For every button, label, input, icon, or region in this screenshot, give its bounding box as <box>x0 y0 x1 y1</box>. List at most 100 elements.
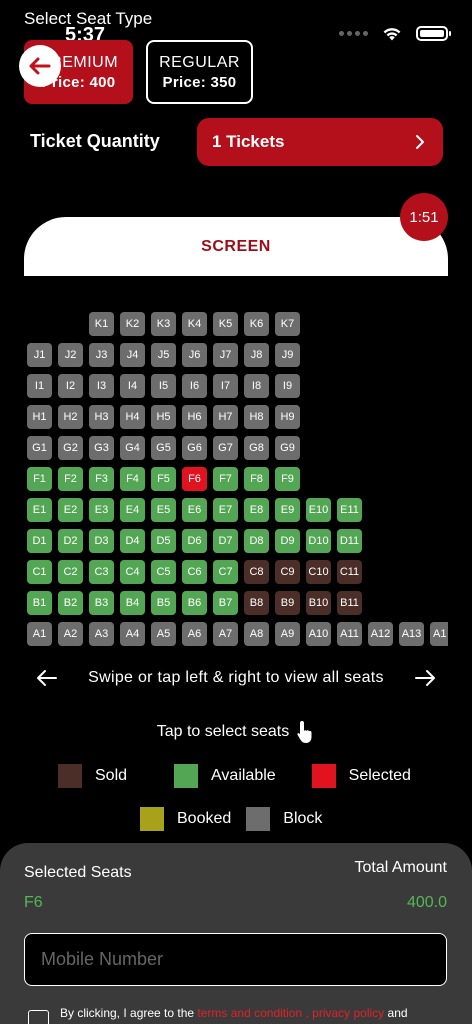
seat-F8[interactable]: F8 <box>244 467 269 491</box>
seat-G9[interactable]: G9 <box>275 436 300 460</box>
seat-D3[interactable]: D3 <box>89 529 114 553</box>
seat-K7[interactable]: K7 <box>275 312 300 336</box>
seat-E11[interactable]: E11 <box>337 498 362 522</box>
seat-D7[interactable]: D7 <box>213 529 238 553</box>
seat-D11[interactable]: D11 <box>337 529 362 553</box>
arrow-right-icon[interactable] <box>414 669 436 687</box>
seat-B8[interactable]: B8 <box>244 591 269 615</box>
seat-B7[interactable]: B7 <box>213 591 238 615</box>
seat-C6[interactable]: C6 <box>182 560 207 584</box>
seat-J7[interactable]: J7 <box>213 343 238 367</box>
seat-F9[interactable]: F9 <box>275 467 300 491</box>
seat-E10[interactable]: E10 <box>306 498 331 522</box>
seat-A7[interactable]: A7 <box>213 622 238 646</box>
seat-C10[interactable]: C10 <box>306 560 331 584</box>
seat-type-regular[interactable]: REGULAR Price: 350 <box>146 40 253 104</box>
mobile-number-input[interactable] <box>24 933 447 986</box>
seat-A6[interactable]: A6 <box>182 622 207 646</box>
seat-K3[interactable]: K3 <box>151 312 176 336</box>
seat-A11[interactable]: A11 <box>337 622 362 646</box>
seat-K1[interactable]: K1 <box>89 312 114 336</box>
seat-C1[interactable]: C1 <box>27 560 52 584</box>
seat-H2[interactable]: H2 <box>58 405 83 429</box>
seat-B4[interactable]: B4 <box>120 591 145 615</box>
seat-F5[interactable]: F5 <box>151 467 176 491</box>
seat-I5[interactable]: I5 <box>151 374 176 398</box>
seat-D2[interactable]: D2 <box>58 529 83 553</box>
seat-D6[interactable]: D6 <box>182 529 207 553</box>
seat-G3[interactable]: G3 <box>89 436 114 460</box>
seat-A4[interactable]: A4 <box>120 622 145 646</box>
seat-G4[interactable]: G4 <box>120 436 145 460</box>
terms-link[interactable]: terms and condition <box>197 1006 302 1020</box>
seat-A3[interactable]: A3 <box>89 622 114 646</box>
seat-J3[interactable]: J3 <box>89 343 114 367</box>
seat-E3[interactable]: E3 <box>89 498 114 522</box>
seat-H6[interactable]: H6 <box>182 405 207 429</box>
seat-C2[interactable]: C2 <box>58 560 83 584</box>
seat-J6[interactable]: J6 <box>182 343 207 367</box>
seat-A9[interactable]: A9 <box>275 622 300 646</box>
seat-J5[interactable]: J5 <box>151 343 176 367</box>
seat-F1[interactable]: F1 <box>27 467 52 491</box>
seat-B1[interactable]: B1 <box>27 591 52 615</box>
seat-B2[interactable]: B2 <box>58 591 83 615</box>
seat-A13[interactable]: A13 <box>399 622 424 646</box>
seat-I6[interactable]: I6 <box>182 374 207 398</box>
seat-F3[interactable]: F3 <box>89 467 114 491</box>
seat-I2[interactable]: I2 <box>58 374 83 398</box>
privacy-policy-link[interactable]: privacy policy <box>312 1006 384 1020</box>
seat-K4[interactable]: K4 <box>182 312 207 336</box>
seat-G7[interactable]: G7 <box>213 436 238 460</box>
arrow-left-icon[interactable] <box>36 669 58 687</box>
seat-I8[interactable]: I8 <box>244 374 269 398</box>
seat-E2[interactable]: E2 <box>58 498 83 522</box>
seat-C9[interactable]: C9 <box>275 560 300 584</box>
seat-I9[interactable]: I9 <box>275 374 300 398</box>
seat-J9[interactable]: J9 <box>275 343 300 367</box>
seat-E9[interactable]: E9 <box>275 498 300 522</box>
seat-G8[interactable]: G8 <box>244 436 269 460</box>
seat-G6[interactable]: G6 <box>182 436 207 460</box>
seat-B9[interactable]: B9 <box>275 591 300 615</box>
back-button[interactable] <box>19 45 61 87</box>
seat-B3[interactable]: B3 <box>89 591 114 615</box>
seat-A2[interactable]: A2 <box>58 622 83 646</box>
seat-A5[interactable]: A5 <box>151 622 176 646</box>
seat-F4[interactable]: F4 <box>120 467 145 491</box>
seat-F2[interactable]: F2 <box>58 467 83 491</box>
seat-H7[interactable]: H7 <box>213 405 238 429</box>
seat-I1[interactable]: I1 <box>27 374 52 398</box>
seat-G1[interactable]: G1 <box>27 436 52 460</box>
seat-C5[interactable]: C5 <box>151 560 176 584</box>
seat-F6[interactable]: F6 <box>182 467 207 491</box>
seat-B10[interactable]: B10 <box>306 591 331 615</box>
seat-C7[interactable]: C7 <box>213 560 238 584</box>
seat-H9[interactable]: H9 <box>275 405 300 429</box>
seat-D1[interactable]: D1 <box>27 529 52 553</box>
seat-A1[interactable]: A1 <box>430 622 448 646</box>
seat-G2[interactable]: G2 <box>58 436 83 460</box>
seat-I3[interactable]: I3 <box>89 374 114 398</box>
seat-J1[interactable]: J1 <box>27 343 52 367</box>
seat-J2[interactable]: J2 <box>58 343 83 367</box>
seat-E6[interactable]: E6 <box>182 498 207 522</box>
seat-K6[interactable]: K6 <box>244 312 269 336</box>
seat-C8[interactable]: C8 <box>244 560 269 584</box>
seat-E7[interactable]: E7 <box>213 498 238 522</box>
seat-D4[interactable]: D4 <box>120 529 145 553</box>
seat-K5[interactable]: K5 <box>213 312 238 336</box>
ticket-quantity-select[interactable]: 1 Tickets <box>197 118 443 166</box>
seat-E4[interactable]: E4 <box>120 498 145 522</box>
seat-H8[interactable]: H8 <box>244 405 269 429</box>
seat-D9[interactable]: D9 <box>275 529 300 553</box>
agree-checkbox[interactable] <box>28 1010 49 1024</box>
seat-I7[interactable]: I7 <box>213 374 238 398</box>
seat-C11[interactable]: C11 <box>337 560 362 584</box>
seat-A8[interactable]: A8 <box>244 622 269 646</box>
seat-G5[interactable]: G5 <box>151 436 176 460</box>
seat-C4[interactable]: C4 <box>120 560 145 584</box>
seat-D8[interactable]: D8 <box>244 529 269 553</box>
seat-B5[interactable]: B5 <box>151 591 176 615</box>
seat-A10[interactable]: A10 <box>306 622 331 646</box>
